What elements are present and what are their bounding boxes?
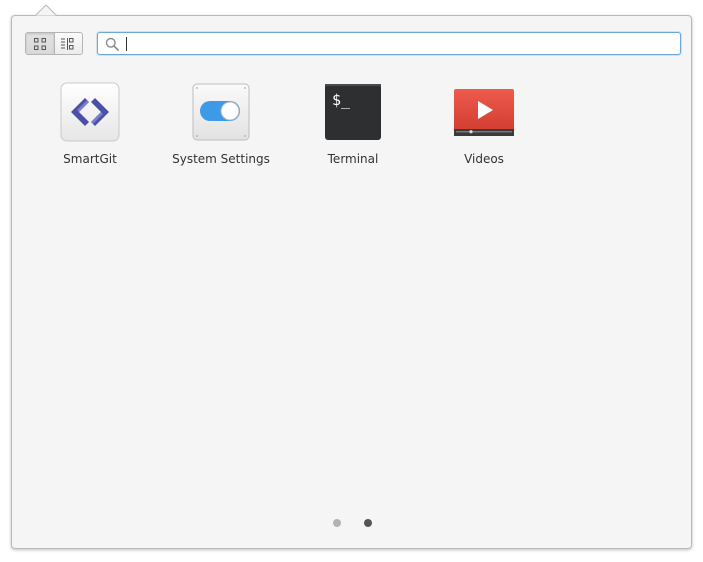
- category-view-button[interactable]: [53, 33, 83, 54]
- view-switcher: [25, 32, 83, 55]
- app-label-smartgit: SmartGit: [63, 152, 117, 166]
- search-field[interactable]: [97, 32, 681, 55]
- videos-icon: [454, 89, 514, 136]
- app-tile-smartgit[interactable]: SmartGit: [30, 82, 150, 166]
- app-tile-videos[interactable]: Videos: [424, 82, 544, 166]
- terminal-prompt-text: $_: [332, 91, 351, 109]
- app-tile-system-settings[interactable]: System Settings: [161, 82, 281, 166]
- app-label-system-settings: System Settings: [172, 152, 270, 166]
- terminal-icon: $_: [325, 84, 381, 140]
- grid-view-button[interactable]: [26, 33, 54, 54]
- system-settings-icon: [192, 83, 250, 141]
- page-dot-2[interactable]: [364, 519, 372, 527]
- text-cursor: [126, 37, 127, 51]
- applications-menu-popover: SmartGit System Settings $_ Terminal Vid…: [11, 15, 692, 549]
- search-icon: [100, 33, 124, 54]
- search-input[interactable]: [124, 34, 680, 53]
- app-label-videos: Videos: [464, 152, 504, 166]
- page-indicator: [12, 519, 691, 527]
- smartgit-icon: [60, 82, 120, 142]
- page-dot-1[interactable]: [333, 519, 341, 527]
- category-view-icon: [61, 37, 74, 50]
- app-label-terminal: Terminal: [327, 152, 379, 166]
- grid-view-icon: [33, 37, 46, 50]
- app-tile-terminal[interactable]: $_ Terminal: [293, 82, 413, 166]
